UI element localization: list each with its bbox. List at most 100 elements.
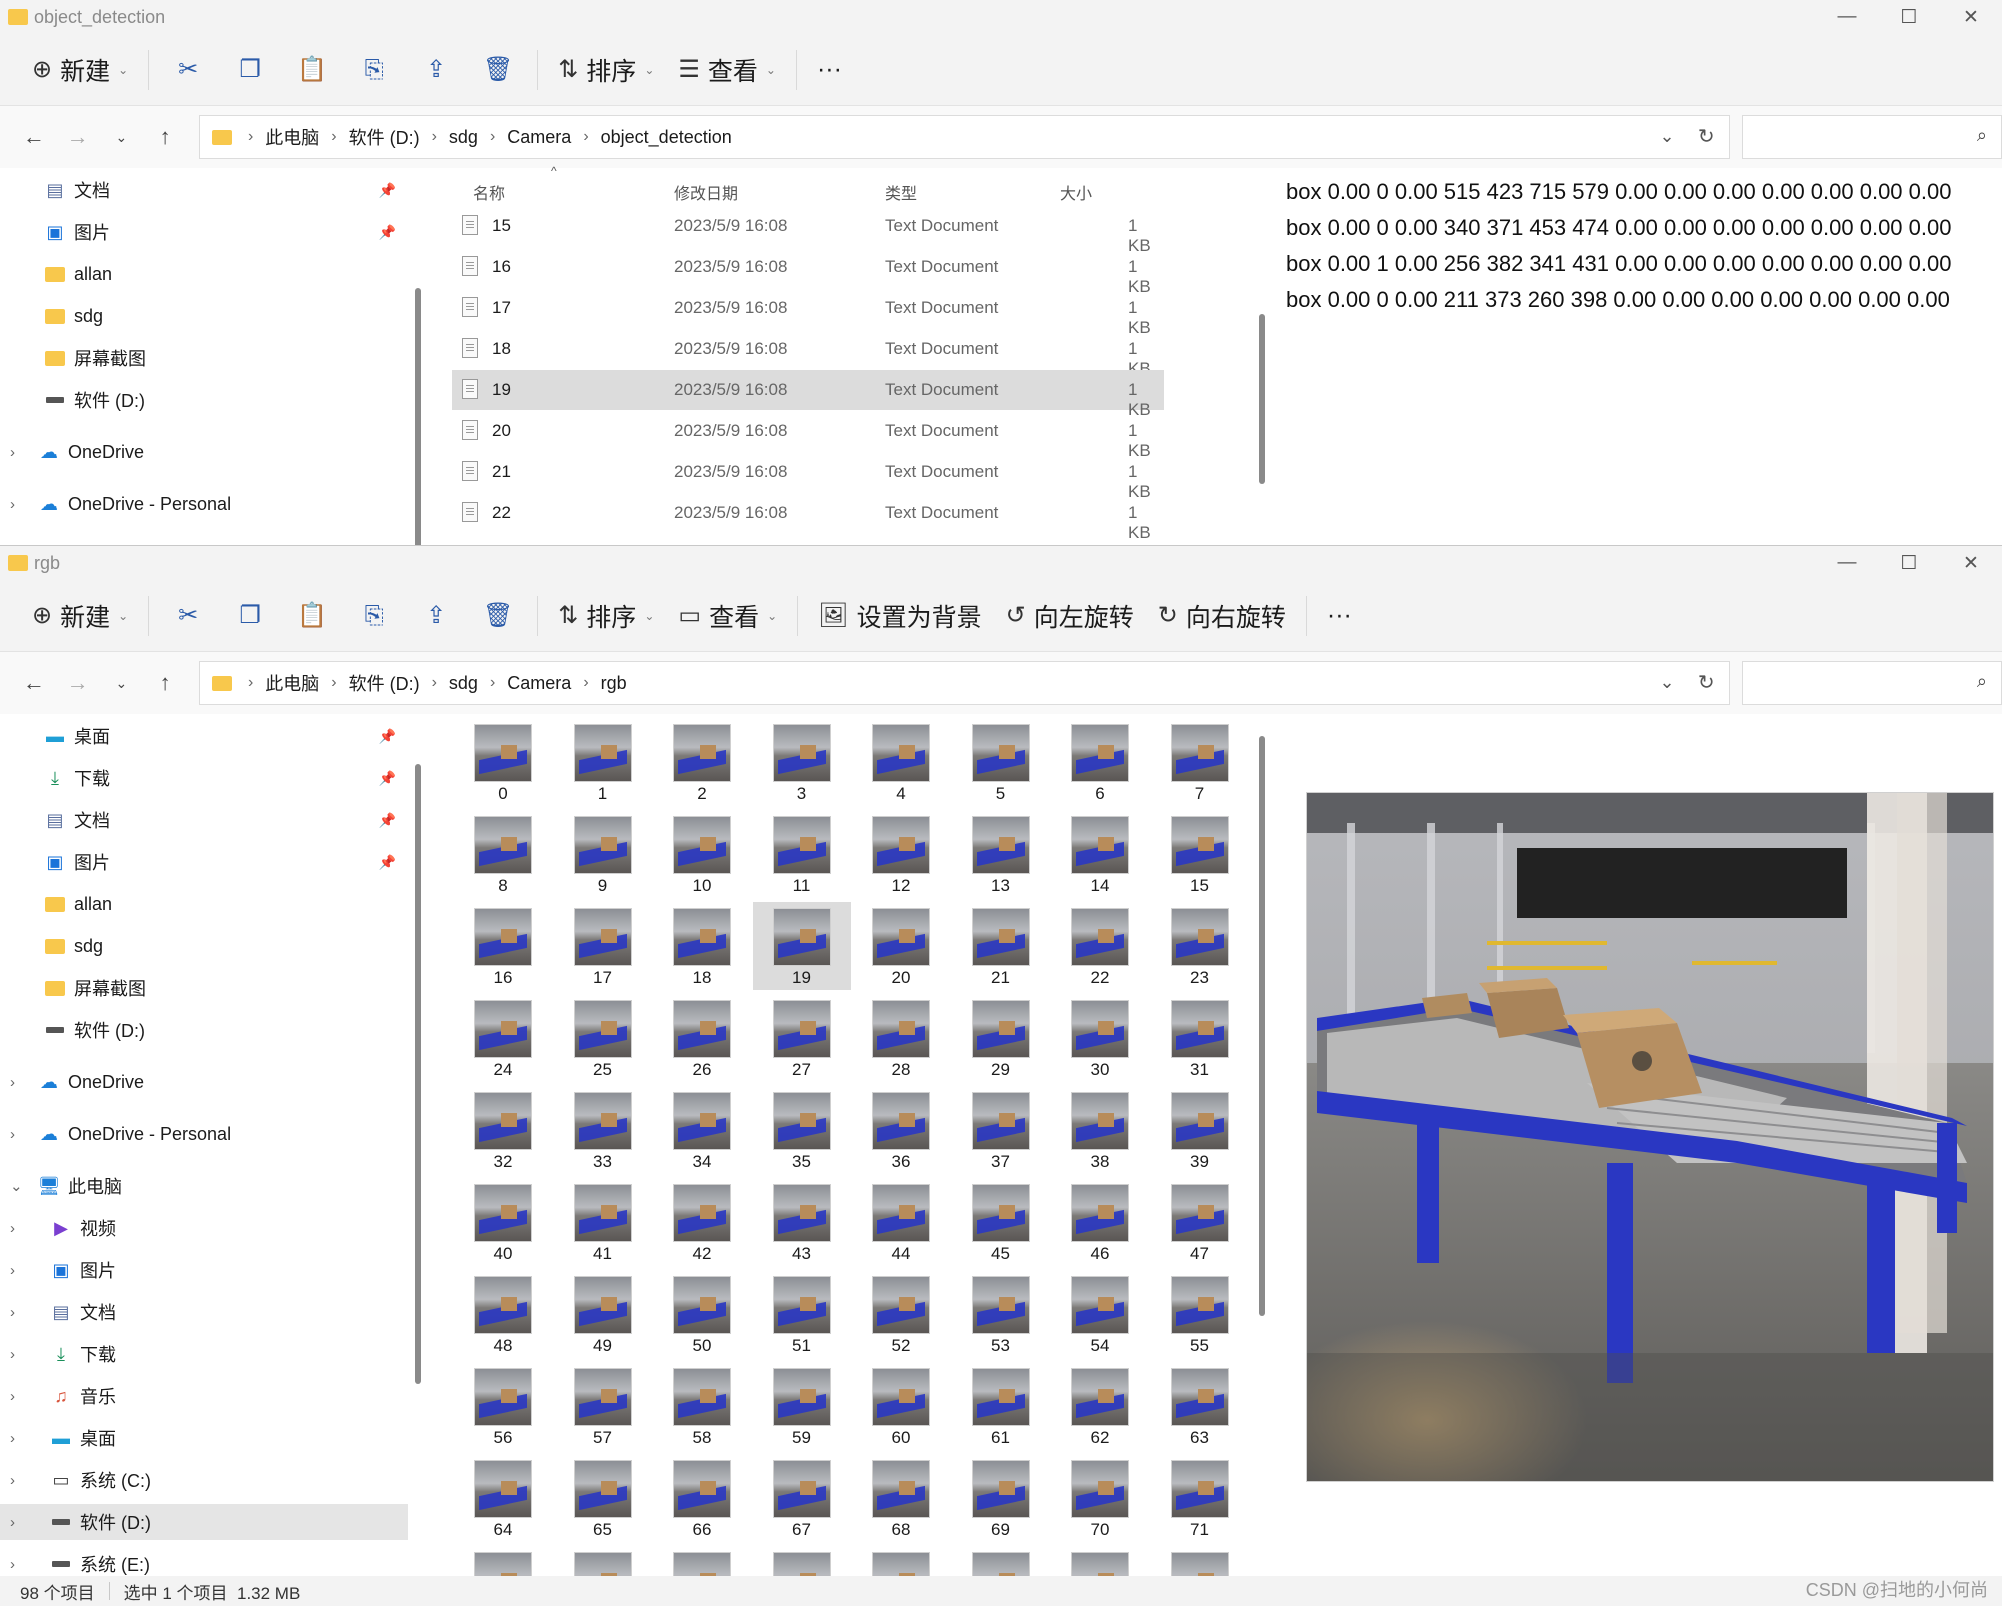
image-thumbnail[interactable] [753, 1546, 851, 1576]
breadcrumb-item[interactable]: sdg [449, 673, 478, 694]
image-thumbnail[interactable]: 36 [852, 1086, 950, 1174]
nav-item[interactable]: › ⤓ 下载 [0, 1336, 408, 1372]
nav-scrollbar[interactable] [414, 714, 422, 1576]
chevron-right-icon[interactable]: › [10, 1220, 15, 1237]
nav-item[interactable]: sdg [0, 928, 408, 964]
rotate-right-button[interactable]: ↻ 向右旋转 [1146, 592, 1298, 640]
image-thumbnail[interactable]: 64 [454, 1454, 552, 1542]
breadcrumb-item[interactable]: object_detection [601, 127, 732, 148]
column-name[interactable]: 名称 [473, 180, 505, 204]
image-thumbnail[interactable]: 42 [653, 1178, 751, 1266]
chevron-right-icon[interactable]: › [10, 1556, 15, 1573]
share-icon[interactable]: ⇪ [405, 592, 467, 640]
image-thumbnail[interactable]: 20 [852, 902, 950, 990]
set-as-background-button[interactable]: 🖼 设置为背景 [806, 592, 993, 640]
recent-chevron-icon[interactable]: ⌄ [99, 663, 143, 703]
up-icon[interactable]: ↑ [143, 117, 187, 157]
more-button[interactable]: ··· [805, 46, 854, 94]
minimize-icon[interactable]: — [1816, 546, 1878, 580]
delete-icon[interactable]: 🗑 [467, 592, 529, 640]
image-thumbnail[interactable]: 19 [752, 902, 851, 990]
chevron-right-icon[interactable]: › [10, 1126, 15, 1143]
image-thumbnail[interactable]: 57 [554, 1362, 652, 1450]
image-thumbnail[interactable]: 46 [1051, 1178, 1149, 1266]
image-thumbnail[interactable] [1151, 1546, 1249, 1576]
nav-item[interactable]: › ☁ OneDrive - Personal [0, 1116, 408, 1152]
breadcrumb-item[interactable]: sdg [449, 127, 478, 148]
chevron-right-icon[interactable]: › [10, 444, 15, 461]
image-thumbnail[interactable]: 67 [753, 1454, 851, 1542]
image-thumbnail[interactable]: 41 [554, 1178, 652, 1266]
image-thumbnail[interactable]: 4 [852, 718, 950, 806]
rotate-left-button[interactable]: ↺ 向左旋转 [994, 592, 1146, 640]
chevron-right-icon[interactable]: › [10, 1472, 15, 1489]
share-icon[interactable]: ⇪ [405, 46, 467, 94]
image-thumbnail[interactable]: 8 [454, 810, 552, 898]
maximize-icon[interactable]: ☐ [1878, 546, 1940, 580]
nav-item[interactable]: sdg [0, 298, 408, 334]
nav-item[interactable]: ▤ 文档 📌 [0, 172, 408, 208]
nav-item[interactable]: 屏幕截图 [0, 970, 408, 1006]
image-thumbnail[interactable]: 61 [952, 1362, 1050, 1450]
chevron-right-icon[interactable]: › [10, 1074, 15, 1091]
nav-scrollbar[interactable] [414, 168, 422, 545]
file-row[interactable]: 17 2023/5/9 16:08 Text Document 1 KB [452, 288, 1164, 337]
file-row[interactable]: 16 2023/5/9 16:08 Text Document 1 KB [452, 247, 1164, 296]
image-thumbnail[interactable]: 27 [753, 994, 851, 1082]
back-icon[interactable]: ← [12, 117, 56, 157]
nav-item[interactable]: allan [0, 256, 408, 292]
copy-icon[interactable]: ❐ [219, 46, 281, 94]
delete-icon[interactable]: 🗑 [467, 46, 529, 94]
address-dropdown-icon[interactable]: ⌄ [1660, 126, 1675, 147]
image-thumbnail[interactable]: 63 [1151, 1362, 1249, 1450]
chevron-right-icon[interactable]: › [10, 1346, 15, 1363]
image-thumbnail[interactable]: 25 [554, 994, 652, 1082]
refresh-icon[interactable]: ↻ [1698, 124, 1715, 149]
breadcrumb-item[interactable]: 此电脑 [265, 670, 319, 696]
nav-item[interactable]: ▬ 桌面 📌 [0, 718, 408, 754]
nav-item[interactable]: ▤ 文档 📌 [0, 802, 408, 838]
image-thumbnail[interactable]: 62 [1051, 1362, 1149, 1450]
column-size[interactable]: 大小 [1060, 180, 1092, 204]
close-icon[interactable]: ✕ [1940, 0, 2002, 34]
chevron-right-icon[interactable]: › [10, 1514, 15, 1531]
rename-icon[interactable]: ⎘ [343, 592, 405, 640]
image-thumbnail[interactable]: 68 [852, 1454, 950, 1542]
nav-item[interactable]: › 软件 (D:) [0, 1504, 408, 1540]
image-thumbnail[interactable]: 55 [1151, 1270, 1249, 1358]
nav-item[interactable]: › ▣ 图片 [0, 1252, 408, 1288]
image-thumbnail[interactable]: 23 [1151, 902, 1249, 990]
image-thumbnail[interactable]: 40 [454, 1178, 552, 1266]
image-thumbnail[interactable]: 6 [1051, 718, 1149, 806]
image-thumbnail[interactable] [454, 1546, 552, 1576]
nav-item[interactable]: allan [0, 886, 408, 922]
breadcrumb-item[interactable]: 软件 (D:) [349, 670, 420, 696]
minimize-icon[interactable]: — [1816, 0, 1878, 34]
image-thumbnail[interactable]: 24 [454, 994, 552, 1082]
image-thumbnail[interactable]: 34 [653, 1086, 751, 1174]
image-thumbnail[interactable]: 26 [653, 994, 751, 1082]
nav-item[interactable]: 屏幕截图 [0, 340, 408, 376]
nav-item[interactable]: ⤓ 下载 📌 [0, 760, 408, 796]
image-thumbnail[interactable]: 56 [454, 1362, 552, 1450]
image-thumbnail[interactable]: 29 [952, 994, 1050, 1082]
image-thumbnail[interactable]: 35 [753, 1086, 851, 1174]
image-thumbnail[interactable]: 54 [1051, 1270, 1149, 1358]
image-thumbnail[interactable] [554, 1546, 652, 1576]
image-thumbnail[interactable]: 9 [554, 810, 652, 898]
image-thumbnail[interactable] [852, 1546, 950, 1576]
file-row[interactable]: 22 2023/5/9 16:08 Text Document 1 KB [452, 493, 1164, 542]
sort-button[interactable]: ⇅ 排序 ⌄ [546, 592, 666, 640]
image-thumbnail[interactable]: 17 [554, 902, 652, 990]
chevron-right-icon[interactable]: › [10, 1304, 15, 1321]
image-thumbnail[interactable]: 30 [1051, 994, 1149, 1082]
chevron-right-icon[interactable]: › [10, 1430, 15, 1447]
image-thumbnail[interactable]: 58 [653, 1362, 751, 1450]
image-thumbnail[interactable]: 11 [753, 810, 851, 898]
image-thumbnail[interactable]: 52 [852, 1270, 950, 1358]
image-thumbnail[interactable]: 38 [1051, 1086, 1149, 1174]
image-thumbnail[interactable]: 5 [952, 718, 1050, 806]
new-button[interactable]: ⊕ 新建 ⌄ [20, 592, 140, 640]
image-thumbnail[interactable]: 51 [753, 1270, 851, 1358]
file-row[interactable]: 20 2023/5/9 16:08 Text Document 1 KB [452, 411, 1164, 460]
